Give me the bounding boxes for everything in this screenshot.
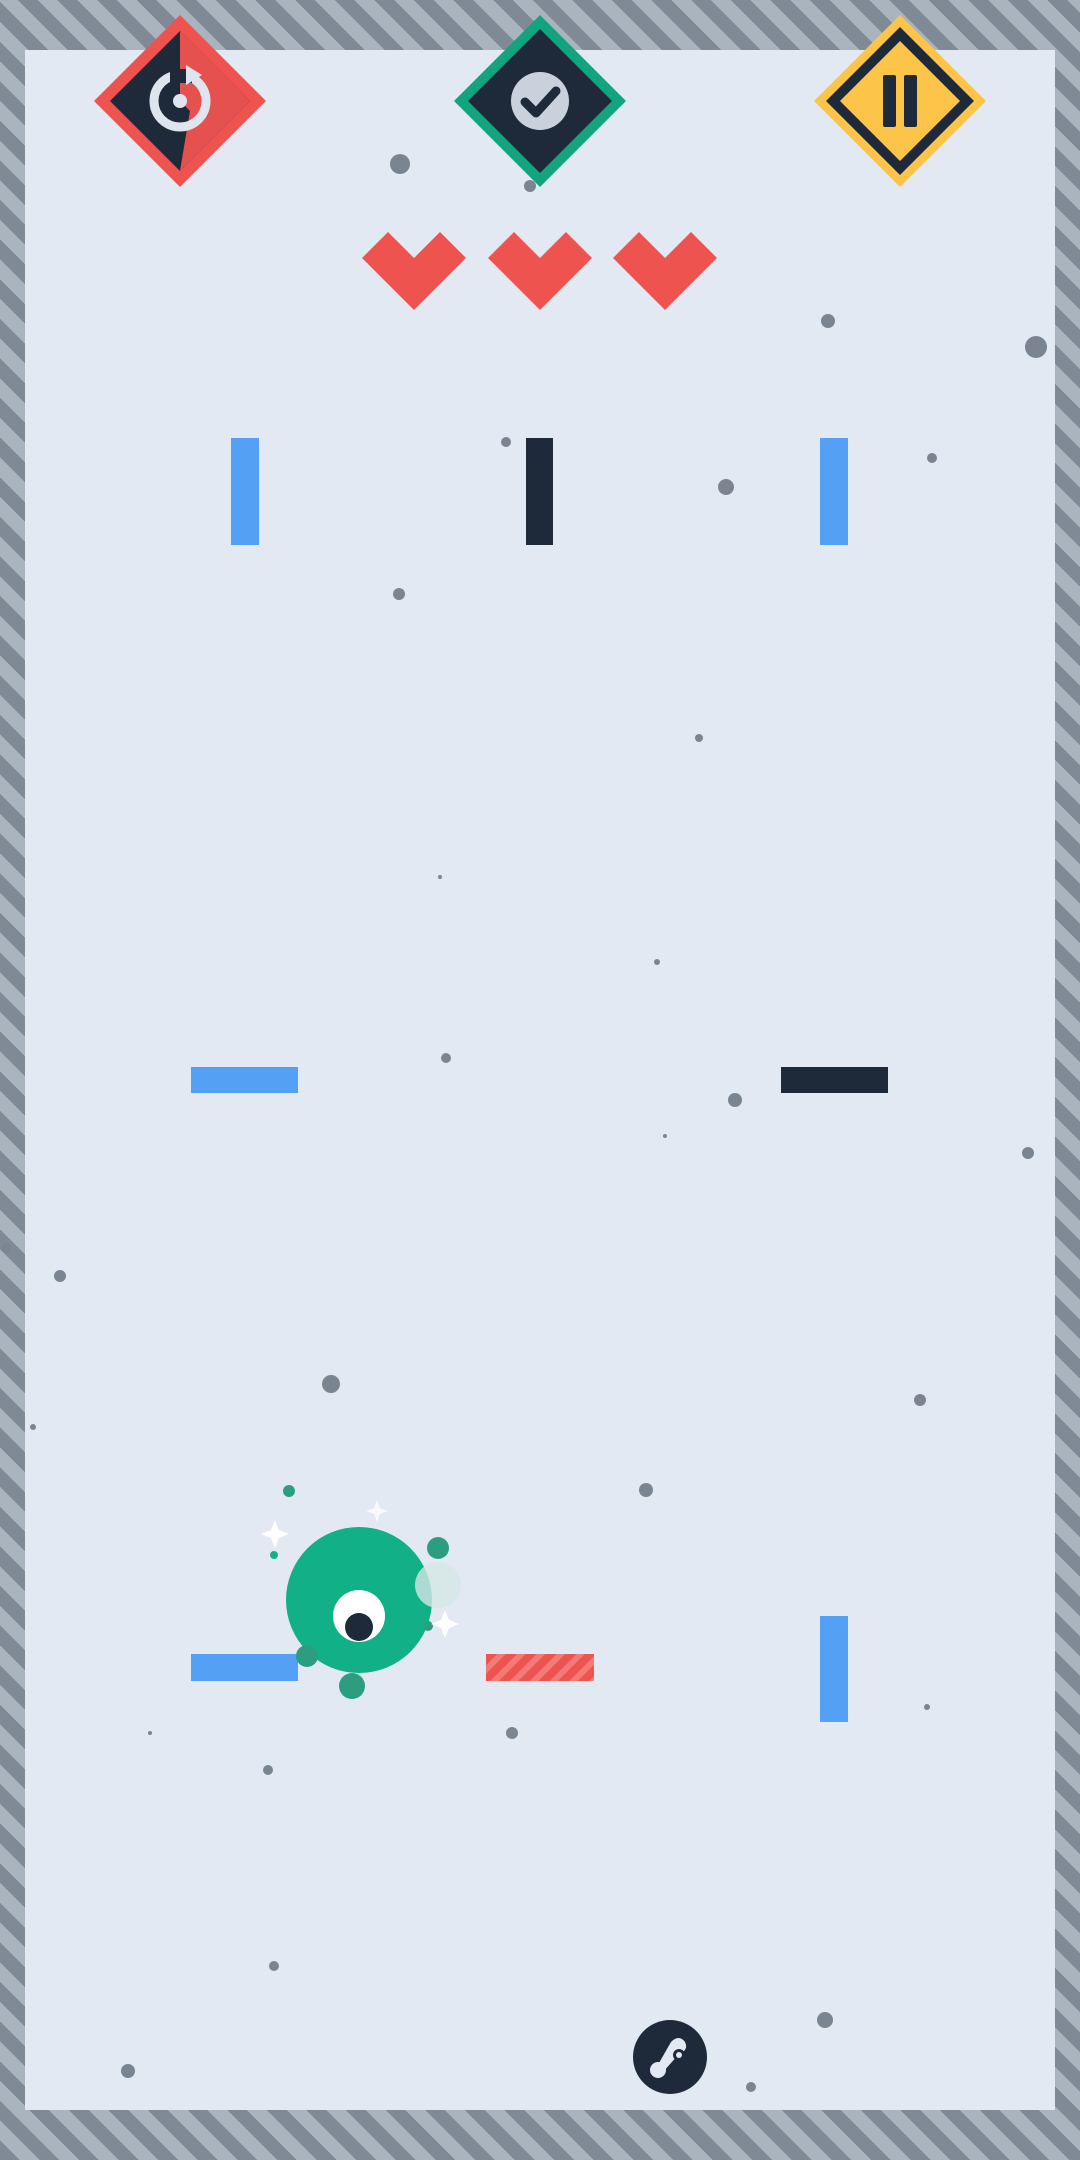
dust-particle bbox=[393, 588, 405, 600]
dust-particle bbox=[322, 1375, 340, 1393]
dust-particle bbox=[441, 1053, 451, 1063]
dust-particle bbox=[663, 1134, 667, 1138]
ability-button[interactable] bbox=[633, 2020, 707, 2094]
green-blob-icon bbox=[261, 1485, 461, 1699]
restart-icon bbox=[94, 15, 266, 187]
dust-particle bbox=[1022, 1147, 1034, 1159]
dust-particle bbox=[506, 1727, 518, 1739]
dust-particle bbox=[695, 734, 703, 742]
dust-particle bbox=[718, 479, 734, 495]
dust-particle bbox=[1, 1243, 11, 1253]
heart-icon bbox=[613, 232, 717, 310]
check-icon bbox=[454, 15, 626, 187]
restart-button[interactable] bbox=[90, 11, 270, 191]
pause-icon bbox=[814, 15, 986, 187]
dark-vertical-pad bbox=[526, 438, 553, 545]
dust-particle bbox=[924, 1704, 930, 1710]
heart-icon bbox=[362, 232, 466, 310]
dust-particle bbox=[148, 1731, 152, 1735]
dark-horizontal-pad bbox=[781, 1067, 888, 1093]
dust-particle bbox=[30, 1424, 36, 1430]
dust-particle bbox=[121, 2064, 135, 2078]
dust-particle bbox=[263, 1765, 273, 1775]
life-heart-1 bbox=[362, 230, 466, 310]
game-arena bbox=[25, 50, 1055, 2110]
dust-particle bbox=[654, 959, 660, 965]
life-heart-2 bbox=[488, 230, 592, 310]
dust-particle bbox=[390, 154, 410, 174]
heart-icon bbox=[488, 232, 592, 310]
dust-particle bbox=[501, 437, 511, 447]
blue-vertical-pad bbox=[820, 1616, 848, 1722]
dust-particle bbox=[914, 1394, 926, 1406]
player-blob[interactable] bbox=[255, 1480, 475, 1710]
dust-particle bbox=[1025, 336, 1047, 358]
dust-particle bbox=[927, 453, 937, 463]
dust-particle bbox=[817, 2012, 833, 2028]
blue-vertical-pad bbox=[820, 438, 848, 545]
dust-particle bbox=[639, 1483, 653, 1497]
dust-particle bbox=[728, 1093, 742, 1107]
dust-particle bbox=[746, 2082, 756, 2092]
blue-vertical-pad bbox=[231, 438, 259, 545]
life-heart-3 bbox=[613, 230, 717, 310]
dust-particle bbox=[269, 1961, 279, 1971]
game-screen bbox=[0, 0, 1080, 2160]
dust-particle bbox=[438, 875, 442, 879]
dust-particle bbox=[821, 314, 835, 328]
red-striped-hazard-pad bbox=[486, 1654, 594, 1681]
dust-particle bbox=[54, 1270, 66, 1282]
ability-icon bbox=[633, 2020, 707, 2094]
blue-horizontal-pad bbox=[191, 1067, 298, 1093]
confirm-button[interactable] bbox=[450, 11, 630, 191]
pause-button[interactable] bbox=[810, 11, 990, 191]
